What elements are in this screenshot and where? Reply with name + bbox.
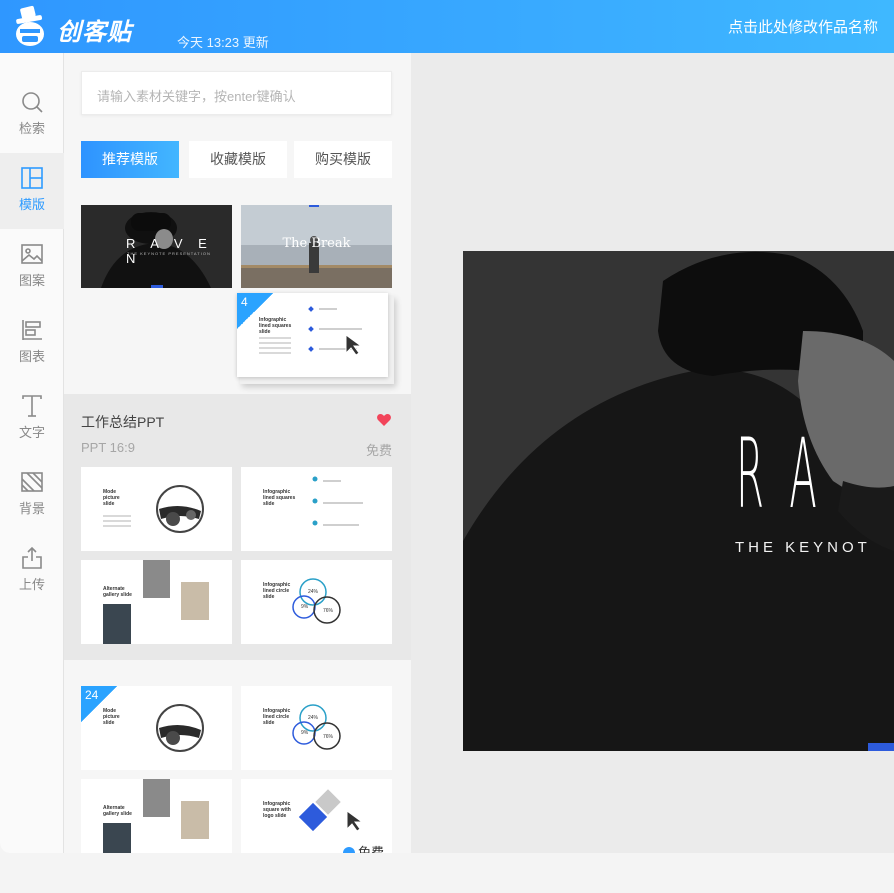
- pct-label: 24%: [308, 715, 319, 721]
- slide-subtitle[interactable]: THE KEYNOT: [735, 539, 871, 556]
- rail-item-text[interactable]: 文字: [0, 381, 64, 457]
- pct-label: 76%: [323, 734, 334, 740]
- canvas-area: RA THE KEYNOT: [411, 53, 894, 853]
- pct-label: 9%: [301, 730, 309, 736]
- rename-link[interactable]: 点击此处修改作品名称: [728, 16, 878, 37]
- material-search-input[interactable]: 请输入素材关键字，按enter键确认: [81, 71, 392, 115]
- rail-label: 模版: [18, 197, 45, 212]
- favorite-heart-icon[interactable]: [376, 412, 392, 428]
- cursor-arrow-icon: [345, 334, 363, 355]
- logo-icon: [16, 5, 44, 46]
- template-thumb-raven[interactable]: R A V E N THE KEYNOTE PRESENTATION: [81, 205, 232, 288]
- accent-bar: [868, 743, 894, 751]
- pct-label: 24%: [308, 589, 319, 595]
- slide-thumb-alternate-gallery[interactable]: Alternate gallery slide: [81, 560, 232, 644]
- text-icon: [22, 395, 42, 417]
- app-window: 创客贴 今天 13:23 更新 点击此处修改作品名称 检索 模版 图案 图表 文…: [0, 0, 894, 853]
- rail-label: 文字: [18, 425, 45, 440]
- top-bar: 创客贴 今天 13:23 更新 点击此处修改作品名称: [0, 0, 894, 53]
- slide-thumb-mode-picture[interactable]: Mode picture slide: [81, 467, 232, 551]
- pct-label: 9%: [301, 604, 309, 610]
- rail-item-image[interactable]: 图案: [0, 229, 64, 305]
- slide-thumb-lined-circles[interactable]: Infographic lined circle slide 24% 9% 76…: [241, 560, 392, 644]
- chart-icon: [22, 320, 42, 340]
- image-icon: [21, 244, 43, 264]
- rail-item-chart[interactable]: 图表: [0, 305, 64, 381]
- slide-thumb-square-logo[interactable]: Infographic square with logo slide 免费: [241, 779, 392, 853]
- tab-favorites[interactable]: 收藏模版: [189, 141, 287, 178]
- group-ratio: PPT 16:9: [81, 440, 135, 455]
- upload-icon: [22, 546, 42, 569]
- template-thumb-the-break[interactable]: The Break: [241, 205, 392, 288]
- venn-circles: [292, 704, 341, 750]
- circle-photo: [156, 704, 204, 752]
- rail-label: 图案: [18, 273, 45, 288]
- check-circle-icon: [342, 847, 355, 853]
- group-price: 免费: [365, 443, 392, 458]
- slide-canvas[interactable]: RA THE KEYNOT: [463, 251, 894, 751]
- rail-item-search[interactable]: 检索: [0, 77, 64, 153]
- rail-label: 背景: [18, 501, 45, 516]
- slide-thumb-alternate-gallery-2[interactable]: Alternate gallery slide: [81, 779, 232, 853]
- rail-item-upload[interactable]: 上传: [0, 533, 64, 609]
- infographic-marks: [312, 476, 363, 526]
- venn-circles: [292, 578, 341, 624]
- template-icon: [21, 167, 43, 189]
- gallery-photos: [103, 560, 209, 644]
- tab-purchased[interactable]: 购买模版: [294, 141, 392, 178]
- slide-title[interactable]: RA: [736, 426, 844, 522]
- rail-label: 上传: [18, 577, 45, 592]
- accent-bar: [151, 285, 163, 288]
- search-icon: [22, 92, 43, 113]
- pct-label: 76%: [323, 608, 334, 614]
- tool-rail: 检索 模版 图案 图表 文字 背景 上传: [0, 53, 64, 853]
- background-icon: [21, 472, 43, 492]
- template-panel: 请输入素材关键字，按enter键确认 推荐模版 收藏模版 购买模版 R A V …: [64, 53, 411, 853]
- slide-thumb-lined-circles-2[interactable]: Infographic lined circle slide 24% 9% 76…: [241, 686, 392, 770]
- tab-recommended[interactable]: 推荐模版: [81, 141, 179, 178]
- template-group: 工作总结PPT PPT 16:9 免费 Mode picture slide I…: [64, 394, 411, 660]
- rail-label: 图表: [18, 349, 45, 364]
- rail-item-background[interactable]: 背景: [0, 457, 64, 533]
- break-title: The Break: [282, 236, 351, 251]
- circle-photo: [156, 485, 204, 533]
- brand-name: 创客贴: [57, 19, 132, 46]
- slide-thumb-lined-squares[interactable]: Infographic lined squares slide: [241, 467, 392, 551]
- last-updated: 今天 13:23 更新: [177, 35, 269, 50]
- rail-item-template[interactable]: 模版: [0, 153, 64, 229]
- dragged-template-card[interactable]: 4 Infographic lined squares slide: [237, 293, 388, 377]
- cursor-arrow-icon: [346, 810, 364, 831]
- raven-subtitle: THE KEYNOTE PRESENTATION: [127, 251, 211, 256]
- gallery-photos: [103, 779, 209, 853]
- group-title: 工作总结PPT: [81, 414, 165, 430]
- slide-thumb-mode-picture-2[interactable]: 24 Mode picture slide: [81, 686, 232, 770]
- free-badge: 免费: [338, 840, 390, 853]
- rail-label: 检索: [18, 121, 45, 136]
